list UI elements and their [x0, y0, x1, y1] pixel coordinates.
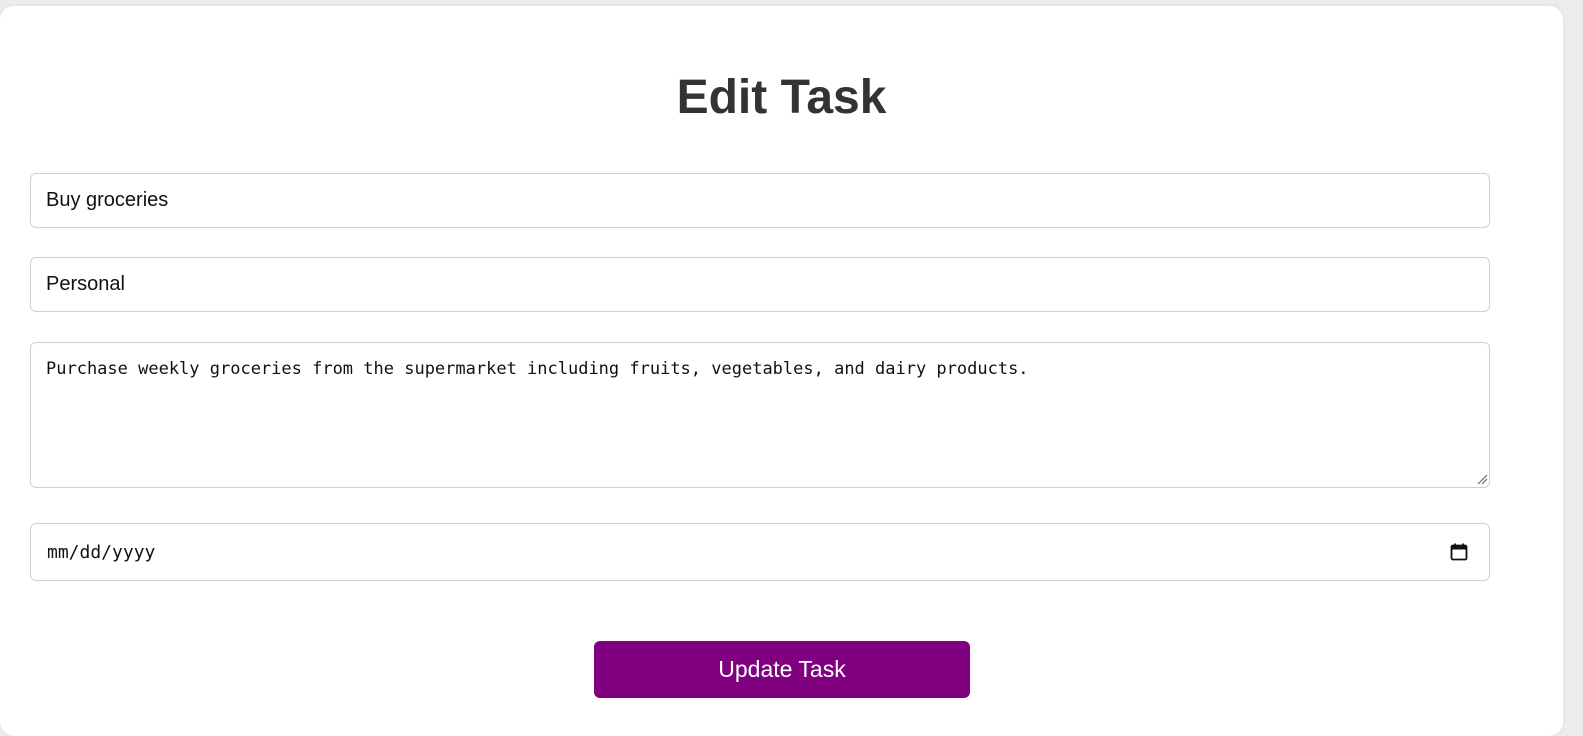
- page-title: Edit Task: [676, 71, 887, 124]
- due-date-input[interactable]: mm/dd/yyyy: [30, 523, 1490, 581]
- update-task-button[interactable]: Update Task: [594, 641, 970, 698]
- calendar-icon[interactable]: [1449, 542, 1469, 562]
- due-date-placeholder: mm/dd/yyyy: [47, 541, 156, 563]
- edit-task-card: Edit Task Purchase weekly groceries from…: [0, 6, 1563, 736]
- task-description-textarea[interactable]: Purchase weekly groceries from the super…: [30, 342, 1490, 488]
- task-category-input[interactable]: [30, 257, 1490, 312]
- resize-grip-icon[interactable]: [1476, 473, 1488, 485]
- task-title-input[interactable]: [30, 173, 1490, 228]
